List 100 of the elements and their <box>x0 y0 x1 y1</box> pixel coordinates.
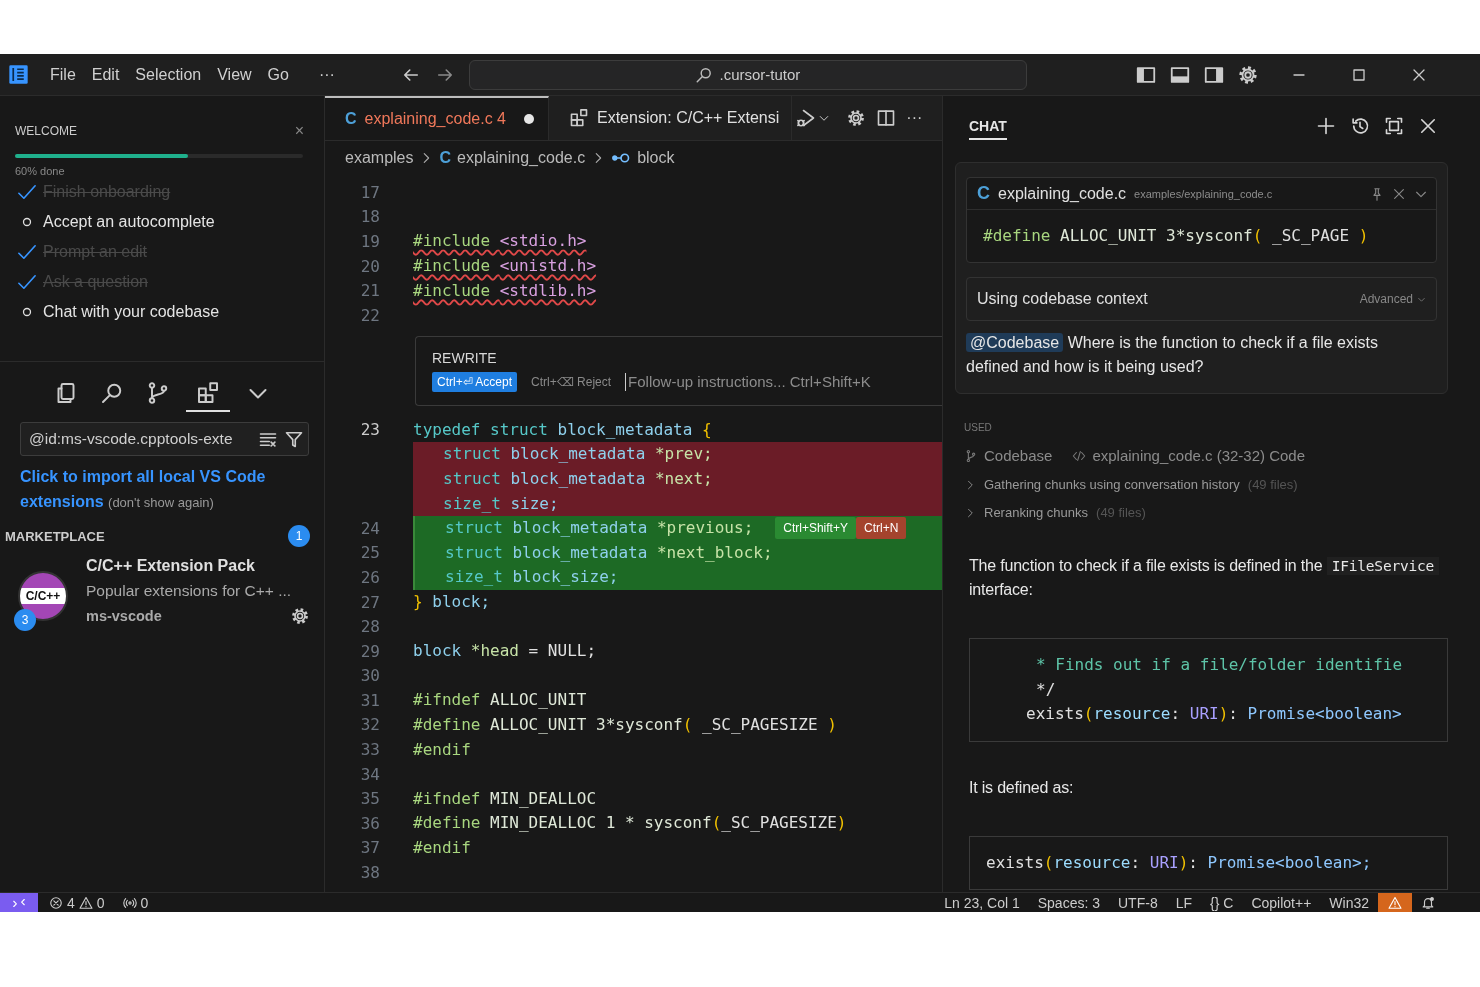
panel-title: REWRITE <box>432 349 498 366</box>
c-file-icon: C <box>977 183 990 204</box>
command-center-text: .cursor-tutor <box>719 66 801 83</box>
breadcrumb-item[interactable]: explaining_code.c <box>457 149 586 167</box>
status-item[interactable]: Spaces: 3 <box>1028 893 1109 912</box>
chat-tab[interactable]: CHAT <box>969 114 1007 140</box>
import-notice[interactable]: Click to import all local VS Code extensions (don't show again) <box>20 464 312 515</box>
status-item[interactable]: Ln 23, Col 1 <box>935 893 1029 912</box>
menu-item[interactable]: Edit <box>83 61 128 88</box>
code-icon <box>1072 448 1087 463</box>
line-number: 25 <box>359 543 380 563</box>
settings-icon[interactable] <box>290 606 310 626</box>
user-message: @Codebase Where is the function to check if a file exists defined and how is it being used? <box>966 332 1379 377</box>
context-label: Using codebase context <box>977 290 1148 308</box>
code-line: } block; <box>413 591 491 613</box>
line-number: 34 <box>359 764 380 784</box>
more-menu-button[interactable]: ··· <box>310 61 343 88</box>
line-number: 38 <box>359 863 380 883</box>
code-line: size_t block_size; <box>444 566 619 589</box>
reject-shortcut-button[interactable]: Ctrl+N <box>855 517 907 540</box>
source-link[interactable]: explaining_code.c (32-32) Code <box>1092 447 1306 464</box>
accept-shortcut-button[interactable]: Ctrl+Shift+Y <box>775 517 856 540</box>
language-mode-button[interactable]: {} C <box>1201 893 1243 912</box>
command-center[interactable]: .cursor-tutor <box>468 59 1027 90</box>
maximize-icon[interactable] <box>1350 66 1367 83</box>
line-number: 24 <box>359 518 380 538</box>
line-number: 32 <box>359 715 380 735</box>
more-actions-button[interactable]: ··· <box>906 109 923 127</box>
line-number: 31 <box>359 690 380 710</box>
step-label[interactable]: Gathering chunks using conversation history <box>984 477 1240 492</box>
extension-name[interactable]: C/C++ Extension Pack <box>86 557 310 575</box>
code-line: exists(resource: URI): Promise<boolean> <box>1025 703 1403 725</box>
tab-label: Extension: C/C++ Extensi <box>597 109 780 127</box>
code-line: struct block_metadata *prev; <box>442 443 713 466</box>
line-number: 19 <box>359 232 380 251</box>
code-line: #include <unistd.h> <box>413 255 597 278</box>
step-label[interactable]: Reranking chunks <box>984 505 1089 520</box>
maximize-icon[interactable] <box>1384 116 1404 136</box>
filter-icon[interactable] <box>284 429 304 449</box>
step-label[interactable]: Chat with your codebase <box>43 303 220 321</box>
warning-icon <box>78 895 93 910</box>
close-button[interactable]: × <box>294 122 304 140</box>
accept-button[interactable]: Ctrl+⏎ Accept <box>432 371 518 392</box>
menu-item[interactable]: Selection <box>127 61 210 88</box>
branch-icon <box>146 381 170 405</box>
code-line: exists(resource: URI): Promise<boolean>; <box>985 851 1373 874</box>
mode-dropdown[interactable]: Advanced <box>1359 292 1426 306</box>
breadcrumb-item[interactable]: examples <box>345 149 414 167</box>
answer-text: It is defined as: <box>969 777 1075 798</box>
menu-item[interactable]: File <box>42 61 84 88</box>
follow-up-field[interactable]: Follow-up instructions... Ctrl+Shift+K <box>625 372 926 391</box>
warning-icon <box>1388 895 1402 910</box>
problems-button[interactable]: 4 0 <box>40 893 114 912</box>
broadcast-icon <box>122 895 137 910</box>
breadcrumb-item[interactable]: block <box>637 149 675 167</box>
remote-button[interactable] <box>0 893 38 912</box>
extensions-icon <box>569 108 589 128</box>
history-icon[interactable] <box>1350 116 1370 136</box>
bell-icon <box>1421 895 1435 910</box>
code-line: block *head = NULL; <box>413 640 597 663</box>
section-title: USED <box>964 422 993 433</box>
file-count: (49 files) <box>1247 477 1298 492</box>
publisher-name: ms-vscode <box>86 608 162 624</box>
status-item[interactable]: Win32 <box>1320 893 1378 912</box>
line-number: 20 <box>359 256 380 276</box>
menu-item[interactable]: View <box>209 61 260 88</box>
logo-text: C/C++ <box>25 589 61 603</box>
status-item[interactable]: LF <box>1166 893 1201 912</box>
ports-button[interactable]: 0 <box>113 893 158 912</box>
close-icon[interactable] <box>1418 116 1438 136</box>
settings-icon[interactable] <box>1236 63 1259 86</box>
code-line: #define MIN_DEALLOC 1 * sysconf(_SC_PAGESIZE) <box>413 812 847 835</box>
run-debug-icon[interactable] <box>796 108 817 128</box>
status-item[interactable]: Copilot++ <box>1242 893 1321 912</box>
line-number: 26 <box>359 567 380 587</box>
code-line: #ifndef MIN_DEALLOC <box>413 787 597 810</box>
line-number: 18 <box>359 207 380 227</box>
tab-label: explaining_code.c 4 <box>364 110 506 128</box>
pin-icon[interactable] <box>1370 186 1384 201</box>
code-line: #define ALLOC_UNIT 3*sysconf( _SC_PAGE ) <box>983 225 1369 247</box>
line-number: 21 <box>359 281 380 301</box>
menu-item[interactable]: Go <box>259 61 297 88</box>
settings-icon[interactable] <box>846 108 867 128</box>
reject-button[interactable]: Ctrl+⌫ Reject <box>531 374 612 389</box>
file-path: examples/explaining_code.c <box>1134 187 1273 200</box>
extensions-icon <box>196 381 220 405</box>
status-item[interactable]: UTF-8 <box>1109 893 1167 912</box>
mode-label: Advanced <box>1359 292 1413 306</box>
error-icon <box>49 895 63 910</box>
plus-icon[interactable] <box>1316 116 1336 136</box>
source-link[interactable]: Codebase <box>984 447 1053 464</box>
split-editor-icon[interactable] <box>876 108 897 128</box>
search-field[interactable]: @id:ms-vscode.cpptools-exte <box>20 422 309 456</box>
line-number: 30 <box>359 666 380 686</box>
editor-tab[interactable]: C explaining_code.c 4 <box>325 96 549 140</box>
context-selector[interactable]: Using codebase context Advanced <box>966 277 1437 321</box>
step-label[interactable]: Accept an autocomplete <box>43 213 215 231</box>
app-logo-icon <box>8 64 29 85</box>
code-line: #endif <box>413 836 471 859</box>
section-title: WELCOME <box>15 124 77 138</box>
